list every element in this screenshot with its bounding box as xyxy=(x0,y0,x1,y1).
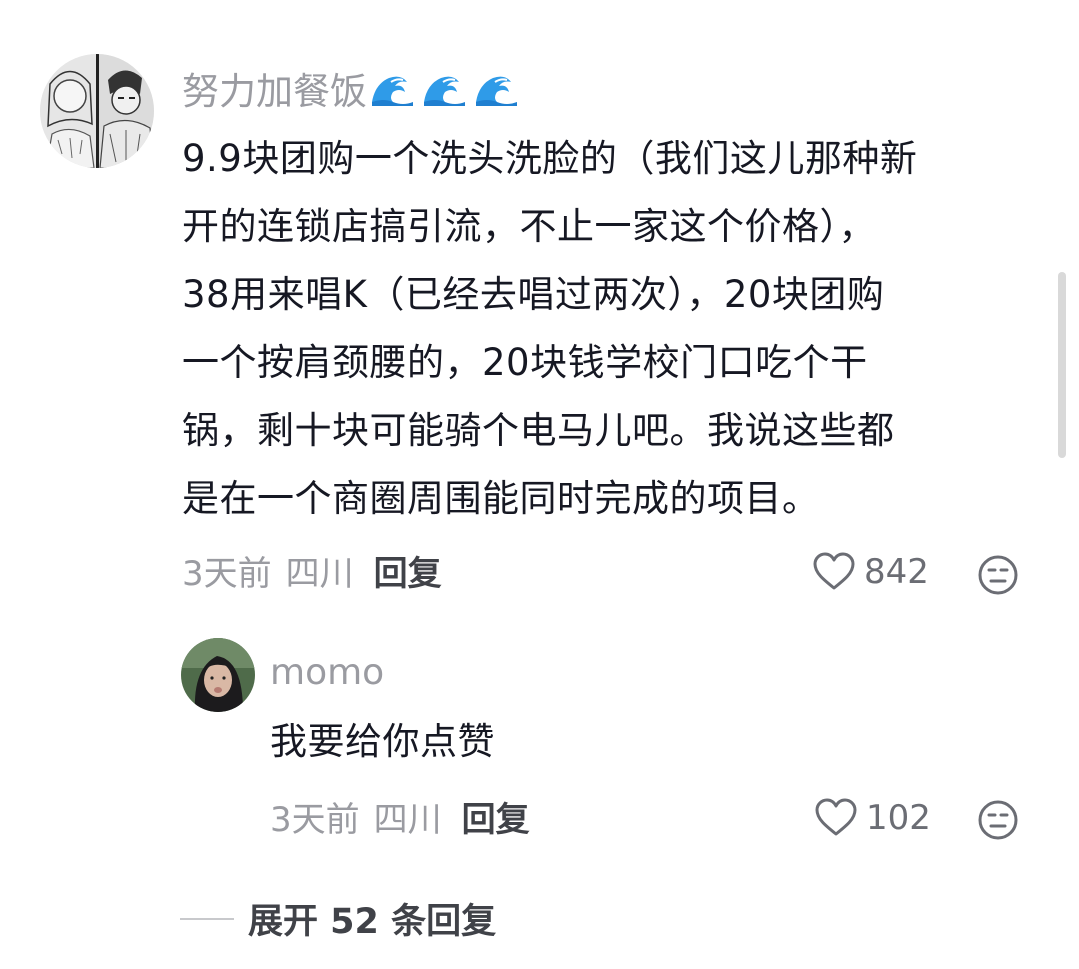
expand-replies-button[interactable]: 展开 52 条回复 xyxy=(180,893,496,944)
comment-line: 锅，剩十块可能骑个电马儿吧。我说这些都 xyxy=(182,409,895,452)
avatar[interactable] xyxy=(40,54,154,168)
comment-line: 一个按肩颈腰的，20块钱学校门口吃个干 xyxy=(182,341,868,384)
heart-icon xyxy=(815,798,857,836)
dislike-button[interactable] xyxy=(977,554,1019,600)
dislike-face-icon xyxy=(978,555,1018,595)
username[interactable]: 努力加餐饭 xyxy=(182,68,519,114)
reply-button[interactable]: 回复 xyxy=(374,554,442,594)
comment-location: 四川 xyxy=(285,554,354,594)
like-button[interactable]: 842 xyxy=(812,552,929,592)
wave-emoji-icon xyxy=(476,76,517,106)
dislike-face-icon xyxy=(978,800,1018,840)
comment-line: 开的连锁店搞引流，不止一家这个价格）， xyxy=(182,205,876,248)
comment-text[interactable]: 9.9块团购一个洗头洗脸的（我们这儿那种新 开的连锁店搞引流，不止一家这个价格）… xyxy=(182,125,1042,533)
wave-emoji-icon xyxy=(372,76,413,106)
comment-time: 3天前 xyxy=(182,554,272,594)
like-count: 842 xyxy=(864,552,929,592)
emoji-group xyxy=(369,68,519,108)
comment-meta: 3天前 四川 回复 xyxy=(182,554,442,594)
expand-replies-label: 展开 52 条回复 xyxy=(248,902,497,942)
comment-line: 38用来唱K（已经去唱过两次），20块团购 xyxy=(182,273,885,316)
reply-button[interactable]: 回复 xyxy=(462,800,530,840)
comment-line: 9.9块团购一个洗头洗脸的（我们这儿那种新 xyxy=(182,137,918,180)
avatar-image xyxy=(181,638,255,712)
username-text: 努力加餐饭 xyxy=(182,70,367,113)
like-count: 102 xyxy=(866,798,931,838)
dislike-button[interactable] xyxy=(977,799,1019,845)
avatar-image xyxy=(40,54,154,168)
reply-text[interactable]: 我要给你点赞 xyxy=(270,708,970,776)
comment-line: 是在一个商圈周围能同时完成的项目。 xyxy=(182,477,820,520)
avatar[interactable] xyxy=(181,638,255,712)
reply-meta: 3天前 四川 回复 xyxy=(270,800,530,840)
heart-icon xyxy=(813,552,855,590)
like-button[interactable]: 102 xyxy=(814,798,931,838)
username[interactable]: momo xyxy=(270,651,384,695)
wave-emoji-icon xyxy=(424,76,465,106)
scrollbar[interactable] xyxy=(1058,272,1066,458)
reply-location: 四川 xyxy=(373,800,442,840)
divider-line xyxy=(180,917,234,920)
reply-time: 3天前 xyxy=(270,800,360,840)
